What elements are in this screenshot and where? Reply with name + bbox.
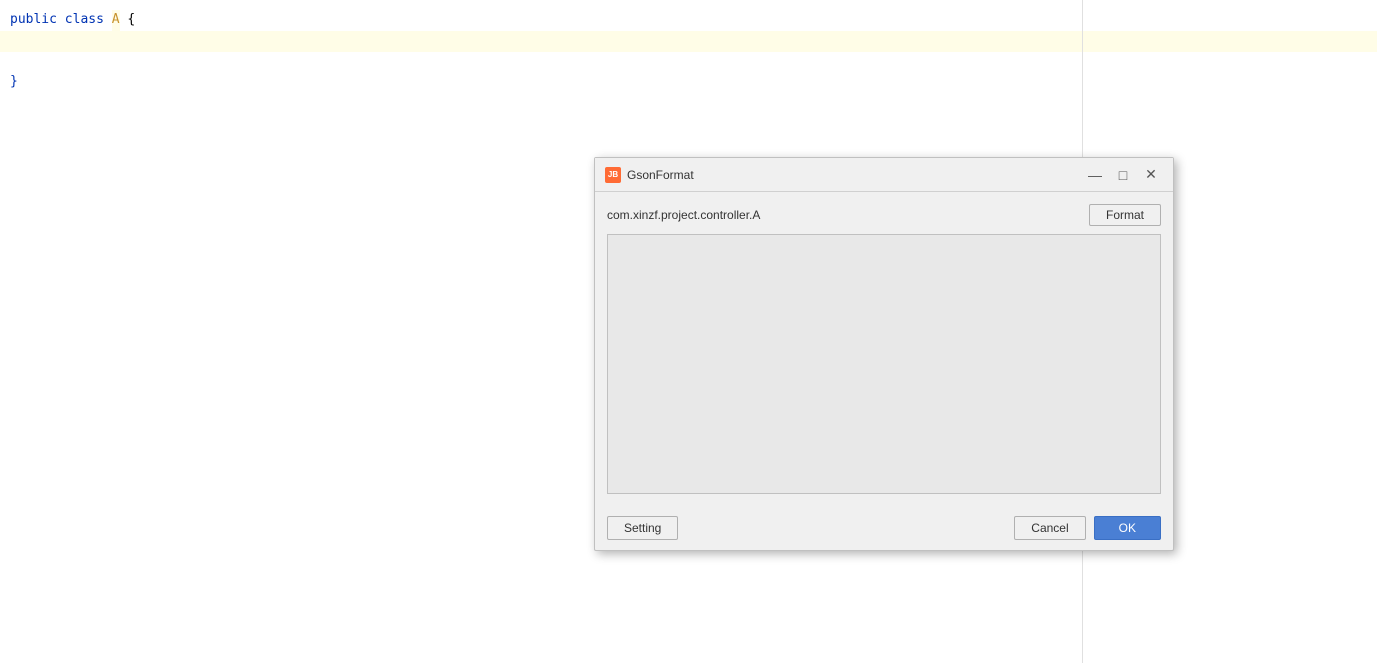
dialog-window-controls: — □ ✕ [1083,165,1163,185]
dialog-body: com.xinzf.project.controller.A Format [595,192,1173,508]
title-left: JB GsonFormat [605,167,694,183]
minimize-button[interactable]: — [1083,165,1107,185]
dialog-logo-icon: JB [605,167,621,183]
setting-button[interactable]: Setting [607,516,678,540]
format-button[interactable]: Format [1089,204,1161,226]
dialog-titlebar: JB GsonFormat — □ ✕ [595,158,1173,192]
class-path-label: com.xinzf.project.controller.A [607,208,760,222]
cancel-button[interactable]: Cancel [1014,516,1085,540]
dialog-overlay: JB GsonFormat — □ ✕ com.xinzf.project.co… [0,0,1377,663]
close-button[interactable]: ✕ [1139,165,1163,185]
maximize-button[interactable]: □ [1111,165,1135,185]
gson-format-dialog: JB GsonFormat — □ ✕ com.xinzf.project.co… [594,157,1174,551]
dialog-footer: Setting Cancel OK [595,508,1173,550]
footer-right-buttons: Cancel OK [1014,516,1161,540]
json-input-textarea[interactable] [607,234,1161,494]
dialog-top-row: com.xinzf.project.controller.A Format [607,204,1161,226]
dialog-title-text: GsonFormat [627,168,694,182]
ok-button[interactable]: OK [1094,516,1161,540]
